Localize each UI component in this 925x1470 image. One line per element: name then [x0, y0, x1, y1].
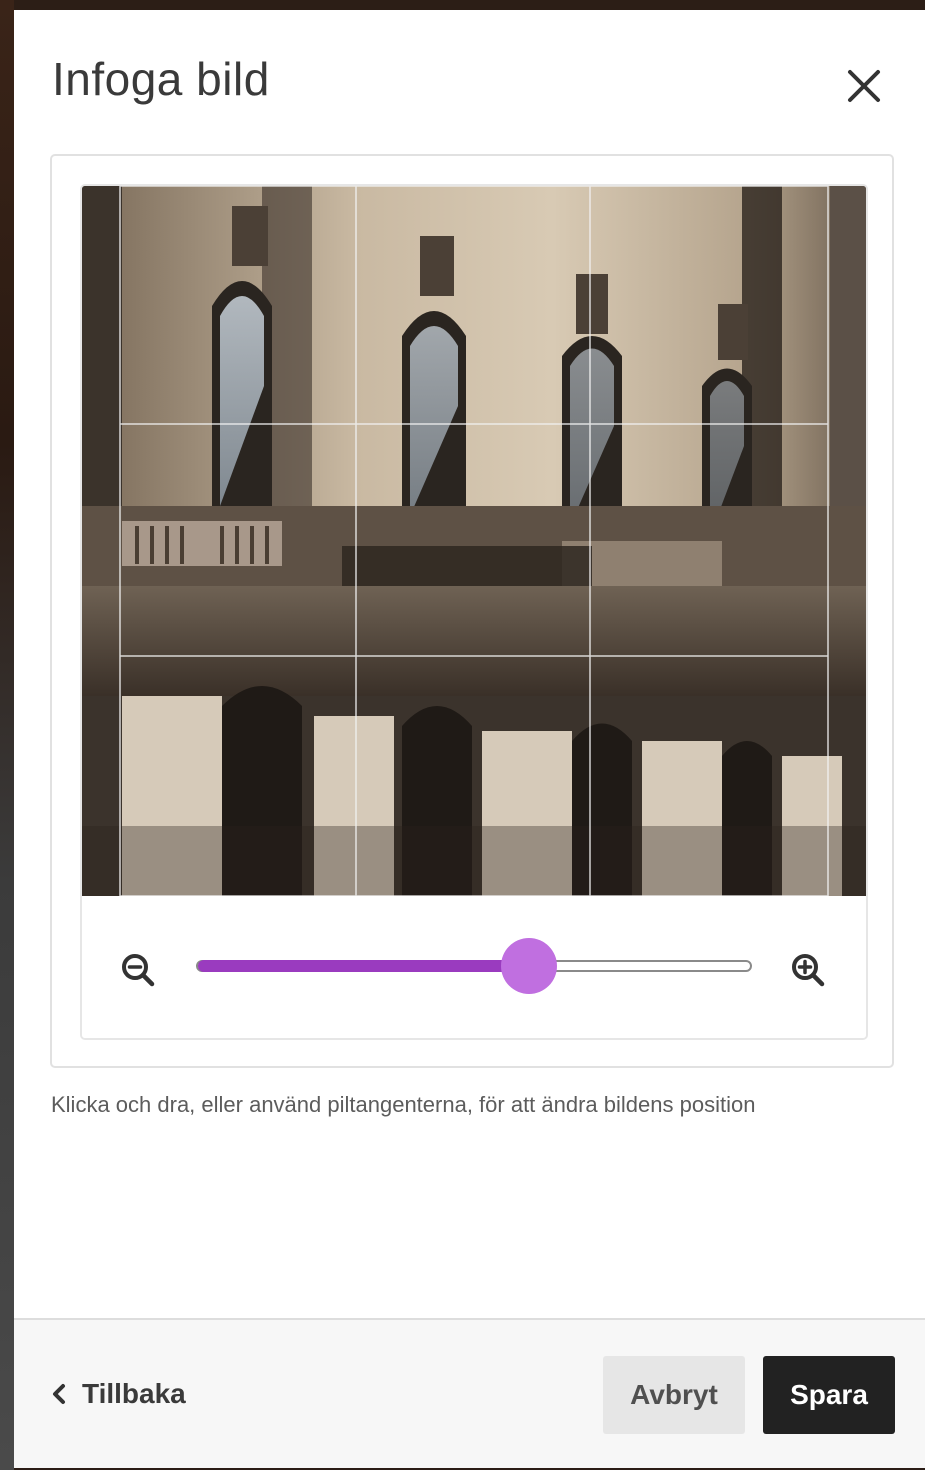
reposition-hint: Klicka och dra, eller använd piltangente… — [51, 1092, 756, 1117]
zoom-slider[interactable] — [196, 938, 752, 994]
chevron-left-icon — [53, 1384, 65, 1404]
cropper-panel — [80, 184, 868, 1040]
zoom-in-button[interactable] — [788, 950, 828, 990]
close-icon — [848, 70, 880, 102]
dialog-title: Infoga bild — [52, 53, 270, 105]
image-crop-area[interactable] — [82, 186, 866, 896]
image-cropper — [50, 154, 894, 1068]
back-button[interactable]: Tillbaka — [50, 1372, 186, 1416]
crop-grid-overlay — [119, 186, 829, 896]
zoom-in-icon — [792, 954, 825, 987]
dialog-footer: Tillbaka Avbryt Spara — [14, 1318, 925, 1468]
back-button-label: Tillbaka — [82, 1378, 186, 1409]
zoom-slider-fill — [198, 960, 529, 972]
page-backdrop — [0, 0, 14, 1470]
zoom-controls — [82, 896, 866, 1038]
page-backdrop-top — [0, 0, 925, 10]
cancel-button[interactable]: Avbryt — [603, 1356, 745, 1434]
zoom-slider-thumb[interactable] — [501, 938, 557, 994]
save-button[interactable]: Spara — [763, 1356, 895, 1434]
zoom-out-icon — [122, 954, 155, 987]
zoom-out-button[interactable] — [118, 950, 158, 990]
close-button[interactable] — [840, 62, 888, 110]
insert-image-dialog: Infoga bild Klicka och dra, eller använd… — [14, 10, 925, 1468]
